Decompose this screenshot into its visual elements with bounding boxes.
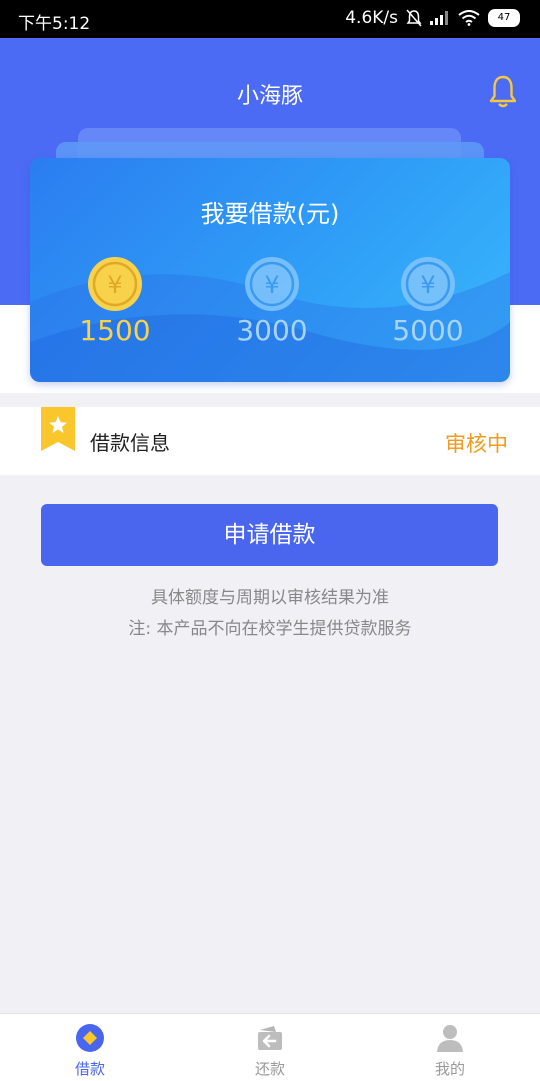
tab-repay[interactable]: 还款 [210,1014,330,1081]
user-icon [437,1025,463,1052]
tab-label: 还款 [254,1060,285,1078]
loan-info-label: 借款信息 [90,431,170,455]
battery-icon: 47 [488,9,520,27]
status-bar: 下午5:12 4.6K/s 47 [0,0,540,38]
bottom-tab-bar: 借款 还款 我的 [0,1013,540,1081]
wifi-icon [458,10,480,26]
amount-option-3000[interactable]: ¥ 3000 [217,256,327,347]
tab-label: 借款 [74,1060,105,1078]
tab-label: 我的 [434,1060,465,1078]
card-title: 我要借款(元) [200,200,340,228]
bell-icon[interactable] [488,74,518,110]
svg-text:¥: ¥ [264,271,279,299]
loan-info-row[interactable]: 借款信息 审核中 [0,407,540,475]
amount-value: 3000 [236,314,308,347]
yuan-coin-icon: ¥ [88,257,142,311]
signal-icon [430,11,448,25]
note-line-2: 注: 本产品不向在校学生提供贷款服务 [128,619,412,639]
status-badge: 审核中 [445,432,508,456]
network-speed: 4.6K/s [345,8,398,28]
tab-mine[interactable]: 我的 [390,1014,510,1081]
repay-icon [258,1026,282,1050]
note-line-1: 具体额度与周期以审核结果为准 [151,588,389,608]
yuan-coin-icon: ¥ [401,257,455,311]
yuan-coin-icon: ¥ [245,257,299,311]
status-time: 下午5:12 [18,14,91,34]
amount-option-1500[interactable]: ¥ 1500 [60,256,170,347]
star-bookmark-icon [41,407,75,451]
amount-value: 5000 [392,314,464,347]
apply-loan-button[interactable]: 申请借款 [41,504,498,566]
loan-icon [76,1024,104,1052]
svg-text:¥: ¥ [107,271,122,299]
mute-bell-icon [406,9,422,27]
svg-text:¥: ¥ [420,271,435,299]
amount-option-5000[interactable]: ¥ 5000 [373,256,483,347]
amount-value: 1500 [79,314,151,347]
page-title: 小海豚 [236,84,303,109]
loan-amount-card: 我要借款(元) ¥ 1500 ¥ 3000 ¥ 5000 [30,158,510,382]
tab-loan[interactable]: 借款 [30,1014,150,1081]
